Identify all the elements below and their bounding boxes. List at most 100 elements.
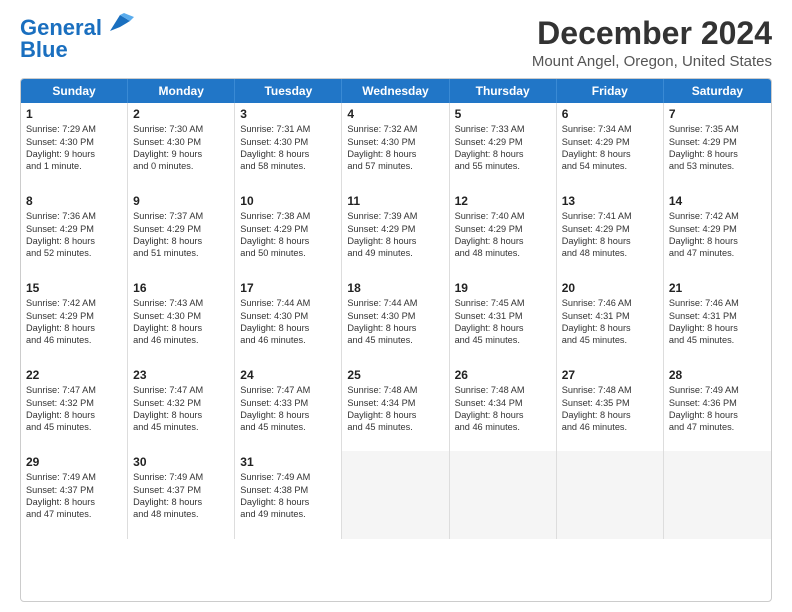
day-number: 14 (669, 194, 766, 208)
day-number: 31 (240, 455, 336, 469)
calendar-cell: 22Sunrise: 7:47 AM Sunset: 4:32 PM Dayli… (21, 364, 128, 452)
day-info: Sunrise: 7:48 AM Sunset: 4:34 PM Dayligh… (347, 384, 443, 434)
calendar-header: SundayMondayTuesdayWednesdayThursdayFrid… (21, 79, 771, 103)
day-number: 2 (133, 107, 229, 121)
day-info: Sunrise: 7:35 AM Sunset: 4:29 PM Dayligh… (669, 123, 766, 173)
calendar-header-cell: Sunday (21, 79, 128, 103)
calendar-header-cell: Saturday (664, 79, 771, 103)
calendar-cell: 8 Sunrise: 7:36 AM Sunset: 4:29 PM Daylig… (21, 190, 128, 278)
calendar-cell: 14 Sunrise: 7:42 AM Sunset: 4:29 PM Dayli… (664, 190, 771, 278)
calendar-row: 1 Sunrise: 7:29 AM Sunset: 4:30 PM Daylig… (21, 103, 771, 190)
day-info: Sunrise: 7:45 AM Sunset: 4:31 PM Dayligh… (455, 297, 551, 347)
calendar-cell: 6 Sunrise: 7:34 AM Sunset: 4:29 PM Daylig… (557, 103, 664, 191)
day-info: Sunrise: 7:29 AM Sunset: 4:30 PM Dayligh… (26, 123, 122, 173)
day-number: 28 (669, 368, 766, 382)
calendar-row: 15 Sunrise: 7:42 AM Sunset: 4:29 PM Dayli… (21, 277, 771, 364)
day-number: 7 (669, 107, 766, 121)
day-number: 3 (240, 107, 336, 121)
day-info: Sunrise: 7:32 AM Sunset: 4:30 PM Dayligh… (347, 123, 443, 173)
calendar-header-cell: Thursday (450, 79, 557, 103)
day-number: 1 (26, 107, 122, 121)
calendar-cell: 29 Sunrise: 7:49 AM Sunset: 4:37 PM Dayli… (21, 451, 128, 539)
day-info: Sunrise: 7:47 AM Sunset: 4:32 PM Dayligh… (26, 384, 122, 434)
day-number: 29 (26, 455, 122, 469)
day-number: 19 (455, 281, 551, 295)
calendar-cell: 31 Sunrise: 7:49 AM Sunset: 4:38 PM Dayli… (235, 451, 342, 539)
calendar-header-cell: Wednesday (342, 79, 449, 103)
calendar-header-cell: Friday (557, 79, 664, 103)
day-info: Sunrise: 7:38 AM Sunset: 4:29 PM Dayligh… (240, 210, 336, 260)
calendar-header-cell: Monday (128, 79, 235, 103)
day-info: Sunrise: 7:46 AM Sunset: 4:31 PM Dayligh… (562, 297, 658, 347)
calendar-row: 22Sunrise: 7:47 AM Sunset: 4:32 PM Dayli… (21, 364, 771, 451)
day-info: Sunrise: 7:48 AM Sunset: 4:35 PM Dayligh… (562, 384, 658, 434)
day-number: 24 (240, 368, 336, 382)
calendar-body: 1 Sunrise: 7:29 AM Sunset: 4:30 PM Daylig… (21, 103, 771, 538)
calendar-cell: 13 Sunrise: 7:41 AM Sunset: 4:29 PM Dayli… (557, 190, 664, 278)
calendar-cell: 15 Sunrise: 7:42 AM Sunset: 4:29 PM Dayli… (21, 277, 128, 365)
calendar-cell: 7 Sunrise: 7:35 AM Sunset: 4:29 PM Daylig… (664, 103, 771, 191)
calendar-cell: 25 Sunrise: 7:48 AM Sunset: 4:34 PM Dayli… (342, 364, 449, 452)
day-info: Sunrise: 7:49 AM Sunset: 4:37 PM Dayligh… (133, 471, 229, 521)
day-number: 23 (133, 368, 229, 382)
day-number: 30 (133, 455, 229, 469)
logo-blue-text: Blue (20, 37, 68, 62)
day-number: 26 (455, 368, 551, 382)
subtitle: Mount Angel, Oregon, United States (532, 53, 772, 70)
day-info: Sunrise: 7:42 AM Sunset: 4:29 PM Dayligh… (669, 210, 766, 260)
day-info: Sunrise: 7:34 AM Sunset: 4:29 PM Dayligh… (562, 123, 658, 173)
day-info: Sunrise: 7:47 AM Sunset: 4:32 PM Dayligh… (133, 384, 229, 434)
day-number: 11 (347, 194, 443, 208)
day-info: Sunrise: 7:37 AM Sunset: 4:29 PM Dayligh… (133, 210, 229, 260)
day-number: 13 (562, 194, 658, 208)
day-info: Sunrise: 7:39 AM Sunset: 4:29 PM Dayligh… (347, 210, 443, 260)
day-info: Sunrise: 7:43 AM Sunset: 4:30 PM Dayligh… (133, 297, 229, 347)
header: General Blue December 2024 Mount Angel, … (20, 16, 772, 70)
day-info: Sunrise: 7:44 AM Sunset: 4:30 PM Dayligh… (240, 297, 336, 347)
calendar-cell: 19 Sunrise: 7:45 AM Sunset: 4:31 PM Dayli… (450, 277, 557, 365)
day-number: 9 (133, 194, 229, 208)
calendar-cell: 28 Sunrise: 7:49 AM Sunset: 4:36 PM Dayli… (664, 364, 771, 452)
calendar-cell: 12Sunrise: 7:40 AM Sunset: 4:29 PM Dayli… (450, 190, 557, 278)
logo-icon (106, 13, 134, 38)
day-info: Sunrise: 7:42 AM Sunset: 4:29 PM Dayligh… (26, 297, 122, 347)
calendar-cell: 30 Sunrise: 7:49 AM Sunset: 4:37 PM Dayli… (128, 451, 235, 539)
calendar-cell: 24 Sunrise: 7:47 AM Sunset: 4:33 PM Dayli… (235, 364, 342, 452)
day-number: 18 (347, 281, 443, 295)
day-info: Sunrise: 7:33 AM Sunset: 4:29 PM Dayligh… (455, 123, 551, 173)
calendar-cell: 23 Sunrise: 7:47 AM Sunset: 4:32 PM Dayli… (128, 364, 235, 452)
day-info: Sunrise: 7:44 AM Sunset: 4:30 PM Dayligh… (347, 297, 443, 347)
calendar-cell (664, 451, 771, 539)
calendar-cell: 16Sunrise: 7:43 AM Sunset: 4:30 PM Dayli… (128, 277, 235, 365)
day-number: 8 (26, 194, 122, 208)
calendar-cell: 18 Sunrise: 7:44 AM Sunset: 4:30 PM Dayli… (342, 277, 449, 365)
calendar: SundayMondayTuesdayWednesdayThursdayFrid… (20, 78, 772, 602)
calendar-cell: 27Sunrise: 7:48 AM Sunset: 4:35 PM Dayli… (557, 364, 664, 452)
day-info: Sunrise: 7:41 AM Sunset: 4:29 PM Dayligh… (562, 210, 658, 260)
day-info: Sunrise: 7:47 AM Sunset: 4:33 PM Dayligh… (240, 384, 336, 434)
day-number: 6 (562, 107, 658, 121)
calendar-cell (342, 451, 449, 539)
calendar-cell: 20Sunrise: 7:46 AM Sunset: 4:31 PM Dayli… (557, 277, 664, 365)
day-info: Sunrise: 7:49 AM Sunset: 4:38 PM Dayligh… (240, 471, 336, 521)
calendar-cell: 1 Sunrise: 7:29 AM Sunset: 4:30 PM Daylig… (21, 103, 128, 191)
main-title: December 2024 (532, 16, 772, 51)
day-number: 25 (347, 368, 443, 382)
day-info: Sunrise: 7:31 AM Sunset: 4:30 PM Dayligh… (240, 123, 336, 173)
day-info: Sunrise: 7:49 AM Sunset: 4:37 PM Dayligh… (26, 471, 122, 521)
day-info: Sunrise: 7:46 AM Sunset: 4:31 PM Dayligh… (669, 297, 766, 347)
logo: General Blue (20, 16, 134, 62)
day-number: 15 (26, 281, 122, 295)
page: General Blue December 2024 Mount Angel, … (0, 0, 792, 612)
calendar-cell: 3 Sunrise: 7:31 AM Sunset: 4:30 PM Daylig… (235, 103, 342, 191)
day-info: Sunrise: 7:49 AM Sunset: 4:36 PM Dayligh… (669, 384, 766, 434)
day-info: Sunrise: 7:36 AM Sunset: 4:29 PM Dayligh… (26, 210, 122, 260)
calendar-cell: 21 Sunrise: 7:46 AM Sunset: 4:31 PM Dayli… (664, 277, 771, 365)
calendar-cell: 10Sunrise: 7:38 AM Sunset: 4:29 PM Dayli… (235, 190, 342, 278)
calendar-row: 29 Sunrise: 7:49 AM Sunset: 4:37 PM Dayli… (21, 451, 771, 538)
calendar-cell: 26Sunrise: 7:48 AM Sunset: 4:34 PM Dayli… (450, 364, 557, 452)
day-info: Sunrise: 7:40 AM Sunset: 4:29 PM Dayligh… (455, 210, 551, 260)
calendar-cell: 11 Sunrise: 7:39 AM Sunset: 4:29 PM Dayli… (342, 190, 449, 278)
day-number: 17 (240, 281, 336, 295)
day-number: 21 (669, 281, 766, 295)
